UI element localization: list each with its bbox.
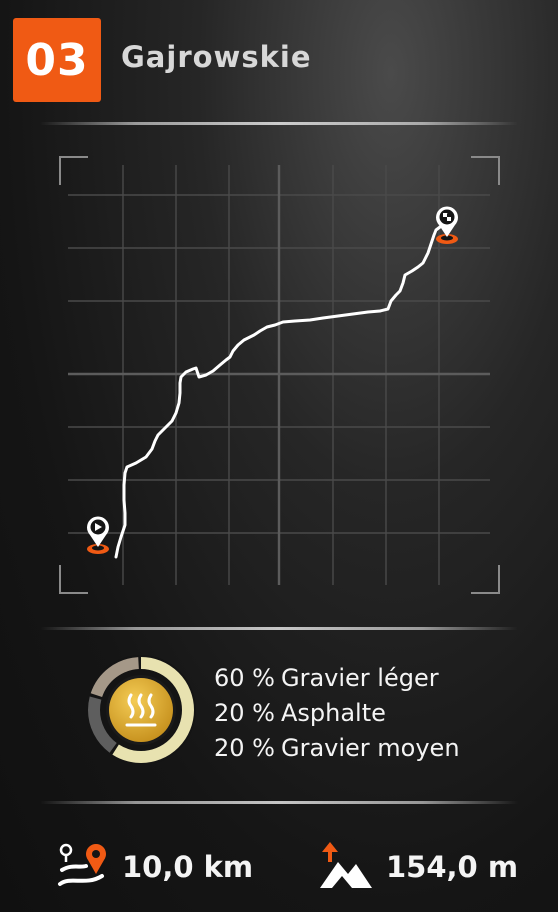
surface-row: 20 % Asphalte (214, 696, 460, 731)
route-map (58, 155, 501, 595)
surface-row: 20 % Gravier moyen (214, 731, 460, 766)
surface-row: 60 % Gravier léger (214, 661, 460, 696)
distance-value: 10,0 km (122, 850, 254, 884)
surface-label: Gravier moyen (280, 734, 460, 762)
finish-marker (436, 206, 458, 244)
stage-title: Gajrowskie (121, 40, 312, 74)
map-grid-major (68, 165, 490, 585)
surface-divider (40, 801, 518, 804)
surface-percent: 60 % (214, 664, 275, 692)
surface-label: Gravier léger (280, 664, 439, 692)
stage-number-badge: 03 (13, 18, 101, 102)
surface-donut-chart (86, 655, 196, 765)
map-divider (40, 627, 518, 630)
surface-percent: 20 % (214, 699, 275, 727)
elevation-value: 154,0 m (386, 850, 519, 884)
surface-label: Asphalte (280, 699, 386, 727)
route-map-svg (59, 156, 500, 594)
surface-legend: 60 % Gravier léger 20 % Asphalte 20 % Gravi… (214, 661, 460, 766)
header-divider (40, 122, 518, 125)
surface-percent: 20 % (214, 734, 275, 762)
start-marker (87, 516, 109, 554)
elevation-gain-icon (320, 842, 372, 888)
stage-card: 03 Gajrowskie 60 % Gravier léger 20 % As… (0, 0, 558, 912)
route-distance-icon (58, 843, 106, 886)
surface-breakdown: 60 % Gravier léger 20 % Asphalte 20 % Gravi… (86, 655, 526, 775)
stage-stats: 10,0 km 154,0 m (0, 840, 558, 900)
